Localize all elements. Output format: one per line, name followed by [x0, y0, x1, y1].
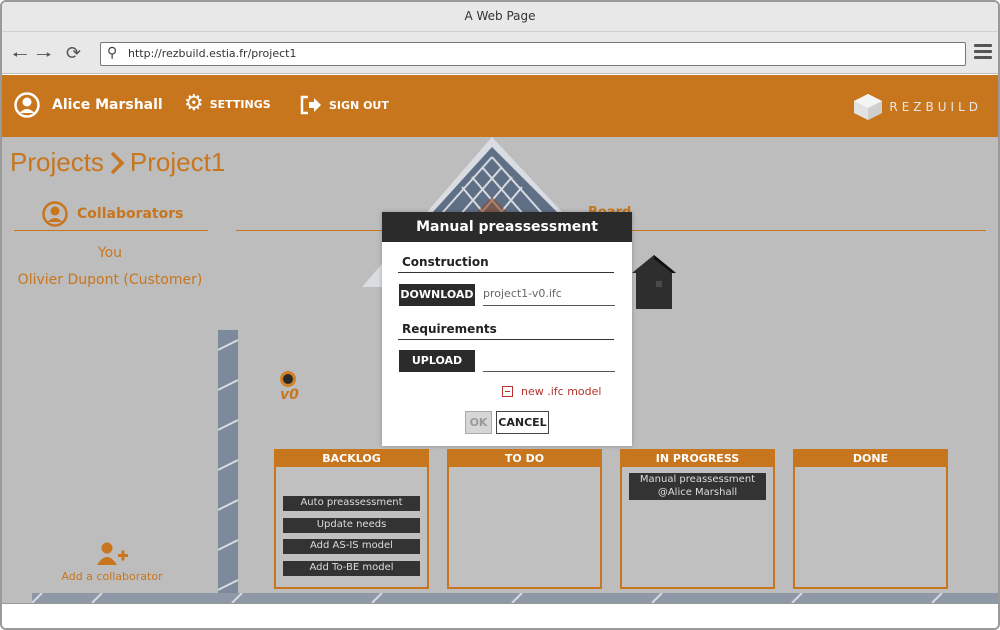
version-label: v0 [280, 387, 299, 403]
browser-window: A Web Page 🠐 🠒 ⟳ ⚲ http://rezbuild.estia… [0, 0, 1000, 630]
preassessment-dialog: Manual preassessment Construction DOWNLO… [382, 212, 632, 446]
collaborator-item: Olivier Dupont (Customer) [17, 272, 203, 288]
browser-status-bar [2, 603, 998, 628]
collaborator-item: You [97, 245, 123, 261]
task-card[interactable]: Add AS-IS model [283, 539, 420, 554]
breadcrumb-projects[interactable]: Projects [10, 147, 104, 178]
back-arrow-icon[interactable]: 🠐 [12, 43, 28, 73]
search-icon: ⚲ [107, 45, 118, 61]
collaborators-title: Collaborators [77, 206, 184, 222]
column-in-progress: IN PROGRESS Manual preassessment @Alice … [620, 449, 775, 589]
task-card[interactable]: Add To-BE model [283, 561, 420, 576]
user-menu[interactable]: Alice Marshall [14, 92, 163, 118]
column-backlog: BACKLOG Auto preassessment Update needs … [274, 449, 429, 589]
add-collaborator-label: Add a collaborator [61, 570, 163, 583]
new-model-toggle[interactable]: new .ifc model [502, 385, 601, 398]
address-bar[interactable]: ⚲ http://rezbuild.estia.fr/project1 [100, 42, 966, 66]
task-assignee: @Alice Marshall [657, 487, 738, 498]
logo-text: REZBUILD [889, 100, 982, 114]
column-todo: TO DO [447, 449, 602, 589]
browser-toolbar: 🠐 🠒 ⟳ ⚲ http://rezbuild.estia.fr/project… [2, 32, 998, 74]
building-photo-left [218, 330, 238, 600]
forward-arrow-icon[interactable]: 🠒 [36, 43, 52, 73]
building-photo-bottom [32, 593, 998, 603]
requirements-section-label: Requirements [398, 322, 614, 340]
dialog-title: Manual preassessment [382, 212, 632, 242]
download-file-field: project1-v0.ifc [483, 284, 615, 306]
breadcrumb-current: Project1 [129, 147, 226, 177]
reload-icon[interactable]: ⟳ [66, 43, 81, 64]
collaborators-list: You Olivier Dupont (Customer) [12, 240, 208, 294]
version-marker[interactable]: v0 [280, 371, 299, 403]
add-collaborator-button[interactable]: Add a collaborator [52, 541, 172, 583]
ok-button[interactable]: OK [465, 411, 492, 434]
signout-link[interactable]: SIGN OUT [300, 95, 389, 115]
column-title: TO DO [449, 451, 600, 467]
app-header: Alice Marshall ⚙ SETTINGS SIGN OUT REZBU… [2, 75, 998, 137]
construction-section-label: Construction [398, 255, 614, 273]
logo-icon [854, 94, 883, 120]
column-title: BACKLOG [276, 451, 427, 467]
url-text: http://rezbuild.estia.fr/project1 [128, 47, 297, 60]
new-model-label: new .ifc model [521, 385, 602, 398]
task-card[interactable]: Auto preassessment [283, 496, 420, 511]
signout-label: SIGN OUT [329, 98, 389, 112]
task-card[interactable]: Manual preassessment @Alice Marshall [629, 473, 766, 500]
cancel-button[interactable]: CANCEL [496, 411, 549, 434]
settings-link[interactable]: ⚙ SETTINGS [184, 91, 271, 116]
user-avatar-icon [14, 92, 40, 118]
minus-box-icon [502, 386, 513, 397]
collaborators-icon [42, 201, 68, 227]
sign-out-icon [300, 95, 321, 115]
upload-file-field[interactable] [483, 350, 615, 372]
window-title: A Web Page [2, 2, 998, 32]
gear-icon: ⚙ [184, 91, 204, 116]
upload-button[interactable]: UPLOAD [399, 350, 475, 372]
page-viewport: Alice Marshall ⚙ SETTINGS SIGN OUT REZBU… [2, 75, 998, 603]
rezbuild-logo: REZBUILD [853, 93, 982, 121]
chevron-right-icon [110, 151, 125, 174]
settings-label: SETTINGS [209, 97, 271, 111]
column-title: DONE [795, 451, 946, 467]
collaborators-divider [14, 230, 208, 231]
task-title: Manual preassessment [639, 474, 756, 485]
download-button[interactable]: DOWNLOAD [399, 284, 475, 306]
column-title: IN PROGRESS [622, 451, 773, 467]
house-icon [632, 255, 676, 309]
add-user-icon [97, 542, 128, 565]
user-name: Alice Marshall [52, 97, 163, 113]
column-done: DONE [793, 449, 948, 589]
hamburger-menu-icon[interactable] [974, 44, 992, 62]
collaborators-heading: Collaborators [42, 201, 183, 227]
version-dot-icon [280, 371, 296, 387]
task-card[interactable]: Update needs [283, 518, 420, 533]
breadcrumb: Projects Project1 [10, 147, 225, 178]
